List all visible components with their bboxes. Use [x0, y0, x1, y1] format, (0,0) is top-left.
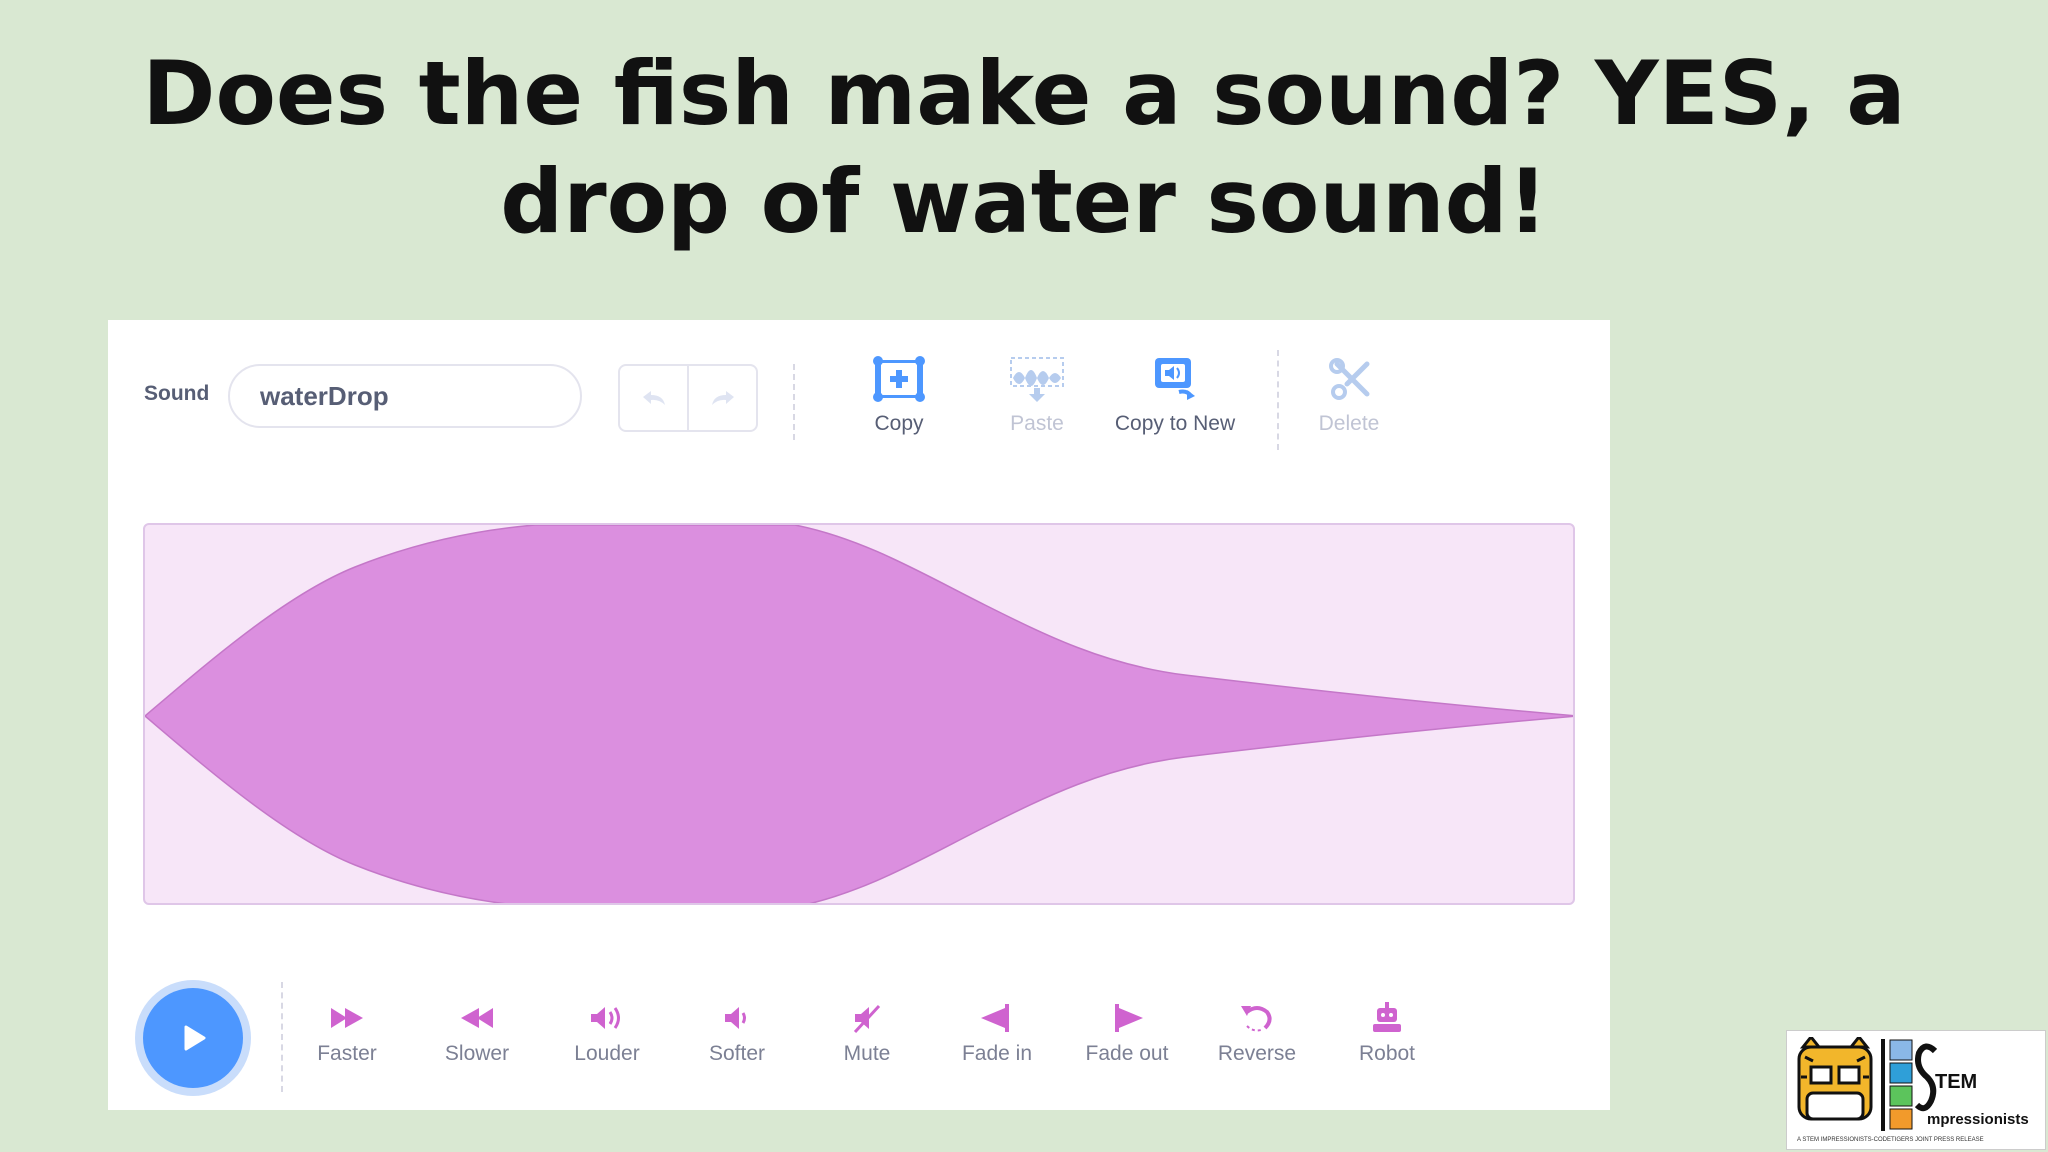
softer-icon [725, 1007, 746, 1029]
slower-label: Slower [444, 1042, 510, 1065]
undo-redo-group [618, 364, 758, 432]
copy-to-new-icon [1155, 358, 1195, 400]
reverse-button[interactable]: Reverse [1197, 1002, 1317, 1066]
copy-icon [873, 356, 925, 402]
faster-icon [331, 1008, 363, 1028]
reverse-label: Reverse [1217, 1042, 1297, 1065]
reverse-icon [1241, 1006, 1272, 1032]
sound-editor-panel: Sound Copy [108, 320, 1610, 1110]
slower-icon [461, 1008, 493, 1028]
softer-button[interactable]: Softer [677, 1002, 797, 1066]
faster-button[interactable]: Faster [287, 1002, 407, 1066]
paste-button[interactable]: Paste [957, 356, 1117, 436]
sound-label: Sound [144, 382, 210, 405]
mute-button[interactable]: Mute [807, 1002, 927, 1066]
paste-icon [1010, 357, 1064, 402]
robot-button[interactable]: Robot [1327, 1002, 1447, 1066]
undo-button[interactable] [620, 366, 687, 430]
delete-button[interactable]: Delete [1269, 356, 1429, 436]
stem-impressionists-logo: TEM mpressionists A STEM IMPRESSIONISTS-… [1786, 1030, 2046, 1150]
tiger-mascot-icon [1797, 1037, 1873, 1121]
fade-in-icon [981, 1004, 1009, 1032]
copy-button[interactable]: Copy [819, 356, 979, 436]
mute-icon [853, 1004, 881, 1034]
fade-out-button[interactable]: Fade out [1067, 1002, 1187, 1066]
sound-name-input[interactable] [228, 364, 582, 428]
logo-line2: mpressionists [1927, 1111, 2029, 1128]
copy-label: Copy [874, 412, 924, 435]
fade-out-label: Fade out [1085, 1042, 1169, 1065]
fade-in-button[interactable]: Fade in [937, 1002, 1057, 1066]
toolbar-separator [793, 364, 795, 440]
copy-to-new-button[interactable]: Copy to New [1095, 356, 1255, 436]
louder-icon [591, 1007, 620, 1029]
slower-button[interactable]: Slower [417, 1002, 537, 1066]
louder-button[interactable]: Louder [547, 1002, 667, 1066]
play-icon [184, 1025, 206, 1051]
redo-icon [711, 391, 734, 405]
louder-label: Louder [574, 1042, 640, 1065]
logo-tagline: A STEM IMPRESSIONISTS-CODETIGERS JOINT P… [1797, 1137, 1984, 1143]
undo-icon [642, 391, 665, 405]
delete-icon [1329, 358, 1370, 400]
fade-in-label: Fade in [961, 1042, 1033, 1065]
slide-title: Does the fish make a sound? YES, a drop … [142, 42, 1906, 253]
logo-line1: TEM [1935, 1071, 1978, 1093]
mute-label: Mute [843, 1042, 891, 1065]
robot-icon [1373, 1002, 1401, 1032]
delete-label: Delete [1318, 412, 1380, 435]
waveform-display[interactable] [143, 523, 1575, 905]
redo-button[interactable] [687, 366, 756, 430]
big-s-icon [1915, 1043, 1937, 1112]
stem-symbols-icon [1889, 1039, 1913, 1130]
fade-out-icon [1115, 1004, 1143, 1032]
play-button[interactable] [143, 988, 243, 1088]
robot-label: Robot [1358, 1042, 1416, 1065]
copy-to-new-label: Copy to New [1114, 412, 1236, 435]
logo-divider [1881, 1039, 1885, 1131]
faster-label: Faster [317, 1042, 377, 1065]
softer-label: Softer [708, 1042, 766, 1065]
waveform [145, 525, 1573, 903]
paste-label: Paste [1010, 412, 1064, 435]
effects-separator [281, 982, 283, 1092]
